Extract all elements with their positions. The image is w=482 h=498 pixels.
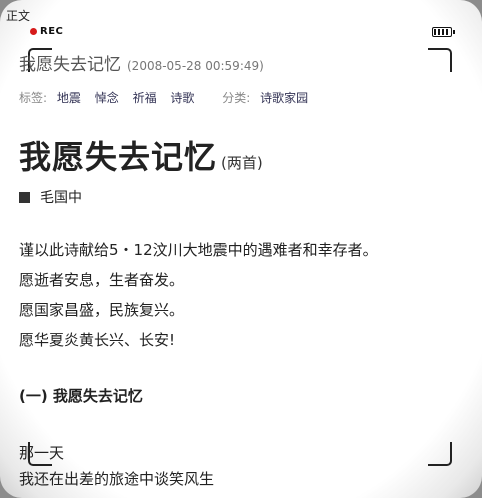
record-dot-icon (30, 27, 37, 35)
poem-line: 那一天 (19, 444, 65, 462)
viewfinder-frame: 正文 REC 我愿失去记忆 (2008-05-28 00:59:49) 标签: 地… (0, 0, 482, 498)
poem-line: 我还在出差的旅途中谈笑风生 (19, 470, 215, 488)
dedication-line: 愿国家昌盛，民族复兴。 (19, 301, 185, 319)
dedication-line: 谨以此诗献给5・12汶川大地震中的遇难者和幸存者。 (19, 241, 378, 259)
corner-bracket-icon (428, 48, 452, 72)
section-heading: (一) 我愿失去记忆 (19, 387, 143, 405)
tag-link[interactable]: 悼念 (95, 91, 119, 105)
post-title[interactable]: 我愿失去记忆 (19, 55, 121, 75)
article-heading: 我愿失去记忆 (19, 138, 218, 176)
article-title: 我愿失去记忆 (两首) (19, 132, 263, 178)
author-line: 毛国中 (19, 187, 82, 207)
tag-link[interactable]: 地震 (57, 91, 81, 105)
corner-label: 正文 (6, 9, 31, 23)
corner-bracket-icon (428, 442, 452, 466)
category-link[interactable]: 诗歌家园 (260, 91, 308, 105)
author-name: 毛国中 (40, 190, 82, 206)
tag-link[interactable]: 祈福 (133, 91, 157, 105)
category-label: 分类: (222, 91, 251, 105)
tag-bar: 标签: 地震 悼念 祈福 诗歌 分类: 诗歌家园 (19, 89, 318, 106)
battery-icon (432, 27, 455, 37)
article-subtitle: (两首) (221, 154, 263, 172)
tag-link[interactable]: 诗歌 (170, 91, 194, 105)
post-date: (2008-05-28 00:59:49) (127, 59, 264, 73)
square-bullet-icon (19, 192, 30, 203)
tags-label: 标签: (19, 91, 48, 105)
dedication-line: 愿逝者安息，生者奋发。 (19, 271, 185, 289)
rec-label: REC (40, 26, 64, 37)
dedication-line: 愿华夏炎黄长兴、长安! (19, 331, 176, 349)
post-header: 我愿失去记忆 (2008-05-28 00:59:49) (19, 50, 264, 75)
rec-indicator: REC (30, 26, 63, 37)
